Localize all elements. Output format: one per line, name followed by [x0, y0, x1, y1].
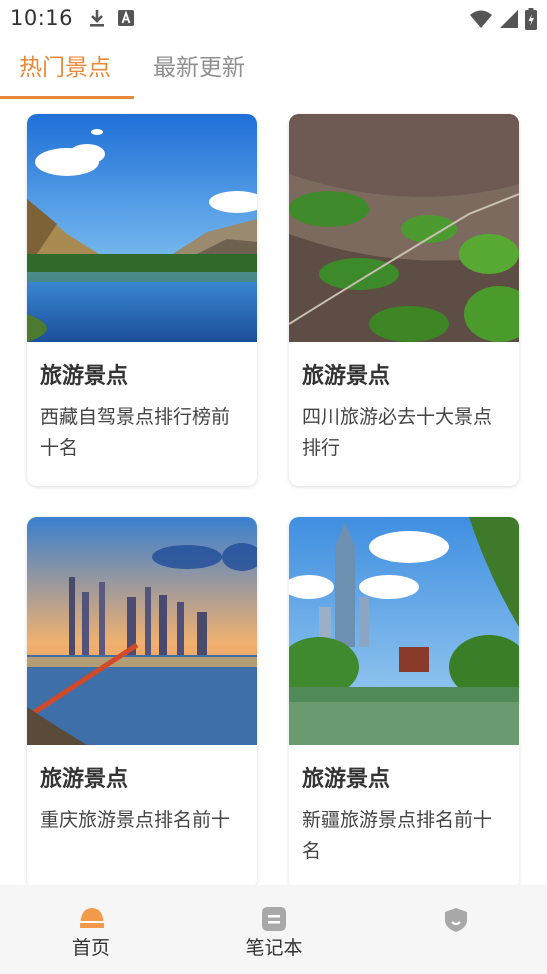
card-description: 重庆旅游景点排名前十: [40, 809, 231, 831]
card-xinjiang[interactable]: 旅游景点 新疆旅游景点排名前十名: [289, 517, 519, 889]
nav-label: 首页: [71, 937, 110, 959]
card-title: 旅游景点: [40, 364, 129, 389]
lake-mountains-image: [27, 114, 257, 342]
card-description: 四川旅游必去十大景点排行: [302, 406, 493, 459]
a-box-icon: [118, 10, 134, 26]
wifi-icon: [470, 10, 492, 28]
bottom-nav: 首页 笔记本: [0, 885, 547, 974]
card-description: 新疆旅游景点排名前十名: [302, 809, 493, 862]
status-bar: 10:16: [0, 0, 547, 36]
tab-hot-spots[interactable]: 热门景点: [19, 48, 111, 82]
card-tibet[interactable]: 旅游景点 西藏自驾景点排行榜前十名: [27, 114, 257, 486]
card-title: 旅游景点: [302, 767, 391, 792]
battery-icon: [525, 8, 537, 30]
active-tab-indicator: [0, 96, 134, 99]
card-title: 旅游景点: [302, 364, 391, 389]
card-sichuan[interactable]: 旅游景点 四川旅游必去十大景点排行: [289, 114, 519, 486]
nav-profile[interactable]: [386, 885, 526, 974]
tab-bar: 热门景点 最新更新: [0, 36, 547, 100]
card-description: 西藏自驾景点排行榜前十名: [40, 406, 231, 459]
city-river-night-image: [27, 517, 257, 745]
nav-notebook[interactable]: 笔记本: [204, 885, 344, 974]
status-time: 10:16: [10, 6, 74, 30]
mountain-trail-image: [289, 114, 519, 342]
card-chongqing[interactable]: 旅游景点 重庆旅游景点排名前十: [27, 517, 257, 889]
download-icon: [90, 10, 104, 27]
profile-icon: [445, 908, 467, 932]
nav-label: 笔记本: [245, 937, 303, 959]
home-icon: [80, 908, 104, 928]
signal-icon: [500, 10, 518, 28]
nav-home[interactable]: 首页: [21, 885, 161, 974]
notebook-icon: [262, 907, 286, 931]
park-tower-image: [289, 517, 519, 745]
card-title: 旅游景点: [40, 767, 129, 792]
tab-latest-updates[interactable]: 最新更新: [153, 48, 245, 82]
